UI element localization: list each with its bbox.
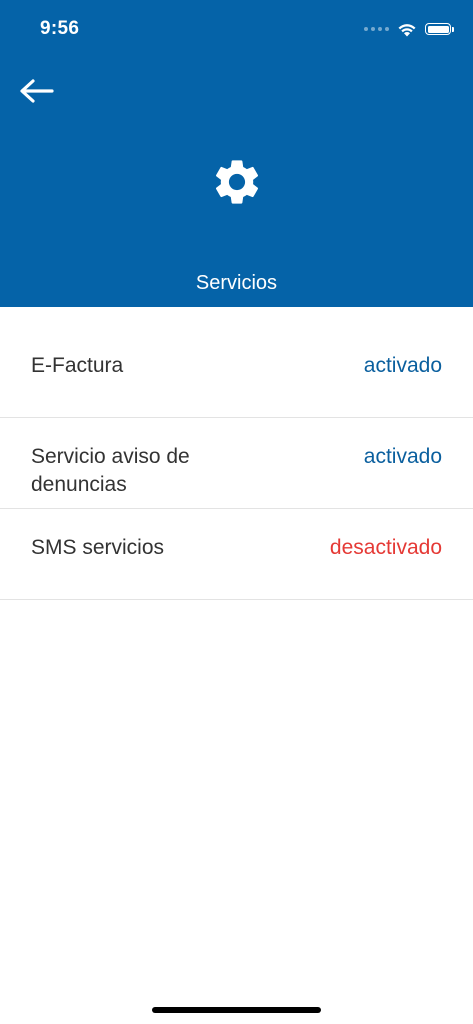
signal-icon [364, 27, 389, 31]
service-label: E-Factura [31, 354, 124, 377]
service-status: desactivado [329, 536, 442, 559]
service-row-aviso-denuncias[interactable]: Servicio aviso de denuncias activado [0, 418, 473, 509]
gear-icon [215, 160, 259, 204]
service-row-sms[interactable]: SMS servicios desactivado [0, 509, 473, 600]
service-label: Servicio aviso de denuncias [31, 445, 190, 496]
status-time: 9:56 [40, 18, 80, 39]
service-label: SMS servicios [31, 536, 165, 559]
status-icons [364, 18, 454, 40]
services-list: E-Factura activado Servicio aviso de den… [0, 307, 473, 600]
wifi-icon [398, 23, 416, 36]
header: 9:56 Servicios [0, 0, 473, 307]
service-status: activado [363, 445, 442, 468]
home-indicator [152, 1007, 321, 1013]
back-button[interactable] [16, 74, 56, 108]
arrow-left-icon [20, 79, 54, 103]
page-title: Servicios [195, 272, 278, 294]
service-status: activado [363, 354, 442, 377]
battery-icon [425, 23, 454, 35]
service-row-efactura[interactable]: E-Factura activado [0, 307, 473, 418]
